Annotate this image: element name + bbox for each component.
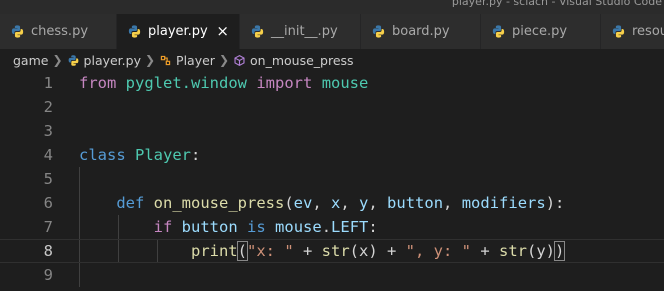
line-number: 5 — [43, 170, 53, 188]
function-name: on_mouse_press — [153, 194, 285, 212]
code-line: 5 — [0, 167, 664, 191]
tab-init-py[interactable]: __init__.py — [240, 14, 361, 49]
python-icon — [612, 25, 625, 38]
module-name: pyglet.window — [125, 74, 247, 92]
punctuation: ): — [545, 194, 565, 212]
parameter: modifiers — [461, 194, 546, 212]
breadcrumb-file-label: player.py — [83, 52, 141, 68]
chevron-right-icon: ❯ — [52, 53, 63, 67]
line-number: 6 — [43, 194, 53, 212]
tab-label: chess.py — [31, 24, 89, 39]
operator: + — [293, 242, 322, 260]
keyword: from — [79, 74, 117, 92]
tab-chess-py[interactable]: chess.py — [0, 14, 117, 49]
tab-board-py[interactable]: board.py — [361, 14, 481, 49]
code-line: 9 — [0, 263, 664, 287]
python-icon — [68, 54, 78, 66]
code-line: 4 class Player: — [0, 143, 664, 167]
function-call: print — [190, 242, 238, 260]
matching-bracket: ) — [553, 241, 566, 261]
code-line: 1 from pyglet.window import mouse — [0, 71, 664, 95]
line-number: 2 — [43, 98, 53, 116]
python-icon — [251, 25, 264, 38]
tab-player-py[interactable]: player.py × — [117, 14, 240, 49]
class-icon — [160, 55, 171, 65]
matching-bracket: ( — [236, 241, 249, 261]
keyword: if — [153, 218, 173, 236]
parameter: y — [359, 194, 369, 212]
tab-label: piece.py — [512, 24, 568, 39]
punctuation: , — [340, 194, 360, 212]
breadcrumb-folder[interactable]: game — [13, 53, 48, 68]
python-icon — [372, 25, 385, 38]
line-number: 1 — [43, 74, 53, 92]
tab-label: player.py — [148, 24, 208, 39]
line-number: 8 — [43, 242, 53, 260]
function-call: str — [499, 242, 527, 260]
title-bar: player.py - sclach - Visual Studio Code — [0, 0, 664, 14]
tab-label: board.py — [392, 24, 450, 39]
code-line: 7 if button is mouse.LEFT: — [0, 215, 664, 239]
argument: (x) — [349, 242, 378, 260]
import-name: mouse — [321, 74, 369, 92]
keyword: import — [256, 74, 313, 92]
breadcrumb: game ❯ player.py ❯ Player ❯ on_mouse_pre… — [0, 49, 664, 71]
variable: button — [181, 218, 238, 236]
operator: + — [377, 242, 406, 260]
string-literal: "x: " — [247, 242, 294, 260]
argument: (y) — [527, 242, 555, 260]
line-number: 9 — [43, 266, 53, 284]
variable: mouse — [275, 218, 322, 236]
keyword: class — [79, 146, 126, 164]
class-name: Player — [135, 146, 192, 164]
tab-label: resour — [632, 24, 664, 39]
code-line: 6 def on_mouse_press(ev, x, y, button, m… — [0, 191, 664, 215]
punctuation: . — [321, 218, 332, 236]
keyword: is — [247, 218, 266, 236]
close-icon[interactable]: × — [216, 24, 229, 39]
parameter: button — [387, 194, 444, 212]
tab-label: __init__.py — [271, 24, 338, 39]
python-icon — [128, 25, 141, 38]
attribute: LEFT — [331, 218, 369, 236]
chevron-right-icon: ❯ — [218, 53, 230, 67]
editor-tab-bar: chess.py player.py × __init__.py board.p… — [0, 14, 664, 49]
string-literal: ", y: " — [405, 242, 471, 260]
punctuation: : — [191, 146, 201, 164]
punctuation: , — [443, 194, 462, 212]
window-title: player.py - sclach - Visual Studio Code — [451, 0, 662, 8]
python-icon — [11, 25, 24, 38]
punctuation: : — [368, 218, 378, 236]
breadcrumb-method-label: on_mouse_press — [250, 52, 354, 68]
code-line: 2 — [0, 95, 664, 119]
punctuation: ( — [284, 194, 294, 212]
text-cursor — [564, 242, 566, 261]
keyword: def — [116, 194, 145, 212]
code-editor[interactable]: 1 from pyglet.window import mouse 2 3 4 … — [0, 71, 664, 291]
tab-piece-py[interactable]: piece.py — [481, 14, 601, 49]
punctuation: , — [368, 194, 388, 212]
line-number: 7 — [43, 218, 53, 236]
code-line: 3 — [0, 119, 664, 143]
breadcrumb-class[interactable]: Player — [159, 53, 215, 68]
punctuation: , — [312, 194, 332, 212]
line-number: 4 — [43, 146, 53, 164]
python-icon — [492, 25, 505, 38]
function-call: str — [321, 242, 350, 260]
operator: + — [471, 242, 499, 260]
code-line-current: 8 print("x: " + str(x) + ", y: " + str(y… — [0, 239, 664, 263]
method-icon — [234, 54, 245, 66]
parameter: ev — [293, 194, 313, 212]
line-number: 3 — [43, 122, 53, 140]
tab-resources[interactable]: resour — [601, 14, 664, 49]
breadcrumb-file[interactable]: player.py — [67, 53, 141, 68]
chevron-right-icon: ❯ — [144, 53, 156, 67]
parameter: x — [331, 194, 341, 212]
breadcrumb-class-label: Player — [176, 52, 215, 68]
breadcrumb-method[interactable]: on_mouse_press — [233, 53, 354, 68]
